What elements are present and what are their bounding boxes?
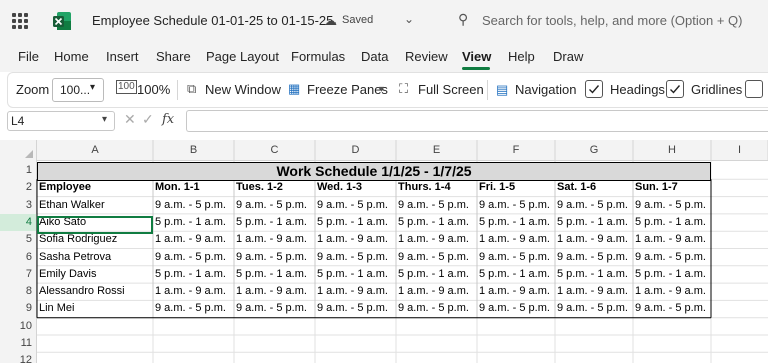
shift-cell[interactable]: 9 a.m. - 5 p.m. xyxy=(398,251,476,263)
schedule-title[interactable]: Work Schedule 1/1/25 - 1/7/25 xyxy=(37,163,711,179)
employee-name-cell[interactable]: Sofia Rodriguez xyxy=(39,233,152,245)
header-cell[interactable]: Sun. 1-7 xyxy=(635,181,710,193)
shift-cell[interactable]: 5 p.m. - 1 a.m. xyxy=(236,216,314,228)
employee-name-cell[interactable]: Alessandro Rossi xyxy=(39,285,152,297)
shift-cell[interactable]: 9 a.m. - 5 p.m. xyxy=(479,251,554,263)
shift-cell[interactable]: 9 a.m. - 5 p.m. xyxy=(635,251,710,263)
shift-cell[interactable]: 5 p.m. - 1 a.m. xyxy=(635,216,710,228)
shift-cell[interactable]: 9 a.m. - 5 p.m. xyxy=(557,251,632,263)
shift-cell[interactable]: 9 a.m. - 5 p.m. xyxy=(398,302,476,314)
shift-cell[interactable]: 9 a.m. - 5 p.m. xyxy=(317,251,395,263)
shift-cell[interactable]: 1 a.m. - 9 a.m. xyxy=(479,285,554,297)
shift-cell[interactable]: 5 p.m. - 1 a.m. xyxy=(635,268,710,280)
shift-cell[interactable]: 9 a.m. - 5 p.m. xyxy=(635,302,710,314)
shift-cell[interactable]: 9 a.m. - 5 p.m. xyxy=(155,251,233,263)
header-cell[interactable]: Wed. 1-3 xyxy=(317,181,395,193)
shift-cell[interactable]: 9 a.m. - 5 p.m. xyxy=(236,199,314,211)
employee-name-cell[interactable]: Emily Davis xyxy=(39,268,152,280)
header-cell[interactable]: Sat. 1-6 xyxy=(557,181,632,193)
shift-cell[interactable]: 1 a.m. - 9 a.m. xyxy=(236,285,314,297)
shift-cell[interactable]: 1 a.m. - 9 a.m. xyxy=(479,233,554,245)
shift-cell[interactable]: 9 a.m. - 5 p.m. xyxy=(236,251,314,263)
shift-cell[interactable]: 9 a.m. - 5 p.m. xyxy=(479,302,554,314)
shift-cell[interactable]: 1 a.m. - 9 a.m. xyxy=(635,285,710,297)
shift-cell[interactable]: 5 p.m. - 1 a.m. xyxy=(479,216,554,228)
header-cell[interactable]: Mon. 1-1 xyxy=(155,181,233,193)
excel-app-window: Employee Schedule 01-01-25 to 01-15-25 ☁… xyxy=(0,0,768,363)
header-cell[interactable]: Thurs. 1-4 xyxy=(398,181,476,193)
shift-cell[interactable]: 5 p.m. - 1 a.m. xyxy=(317,268,395,280)
active-cell-border xyxy=(37,216,153,234)
shift-cell[interactable]: 1 a.m. - 9 a.m. xyxy=(155,233,233,245)
shift-cell[interactable]: 1 a.m. - 9 a.m. xyxy=(398,285,476,297)
shift-cell[interactable]: 5 p.m. - 1 a.m. xyxy=(317,216,395,228)
shift-cell[interactable]: 1 a.m. - 9 a.m. xyxy=(155,285,233,297)
shift-cell[interactable]: 9 a.m. - 5 p.m. xyxy=(155,302,233,314)
shift-cell[interactable]: 9 a.m. - 5 p.m. xyxy=(155,199,233,211)
header-cell[interactable]: Tues. 1-2 xyxy=(236,181,314,193)
shift-cell[interactable]: 5 p.m. - 1 a.m. xyxy=(479,268,554,280)
shift-cell[interactable]: 5 p.m. - 1 a.m. xyxy=(155,216,233,228)
shift-cell[interactable]: 9 a.m. - 5 p.m. xyxy=(398,199,476,211)
shift-cell[interactable]: 9 a.m. - 5 p.m. xyxy=(317,199,395,211)
employee-name-cell[interactable]: Lin Mei xyxy=(39,302,152,314)
shift-cell[interactable]: 1 a.m. - 9 a.m. xyxy=(398,233,476,245)
shift-cell[interactable]: 9 a.m. - 5 p.m. xyxy=(557,302,632,314)
shift-cell[interactable]: 5 p.m. - 1 a.m. xyxy=(557,216,632,228)
shift-cell[interactable]: 5 p.m. - 1 a.m. xyxy=(398,216,476,228)
header-cell[interactable]: Employee xyxy=(39,181,152,193)
header-cell[interactable]: Fri. 1-5 xyxy=(479,181,554,193)
employee-name-cell[interactable]: Sasha Petrova xyxy=(39,251,152,263)
shift-cell[interactable]: 5 p.m. - 1 a.m. xyxy=(398,268,476,280)
shift-cell[interactable]: 1 a.m. - 9 a.m. xyxy=(635,233,710,245)
shift-cell[interactable]: 5 p.m. - 1 a.m. xyxy=(557,268,632,280)
shift-cell[interactable]: 1 a.m. - 9 a.m. xyxy=(317,285,395,297)
shift-cell[interactable]: 1 a.m. - 9 a.m. xyxy=(557,233,632,245)
shift-cell[interactable]: 1 a.m. - 9 a.m. xyxy=(317,233,395,245)
shift-cell[interactable]: 9 a.m. - 5 p.m. xyxy=(557,199,632,211)
shift-cell[interactable]: 9 a.m. - 5 p.m. xyxy=(635,199,710,211)
employee-name-cell[interactable]: Ethan Walker xyxy=(39,199,152,211)
shift-cell[interactable]: 1 a.m. - 9 a.m. xyxy=(557,285,632,297)
shift-cell[interactable]: 9 a.m. - 5 p.m. xyxy=(317,302,395,314)
shift-cell[interactable]: 9 a.m. - 5 p.m. xyxy=(479,199,554,211)
shift-cell[interactable]: 5 p.m. - 1 a.m. xyxy=(155,268,233,280)
shift-cell[interactable]: 5 p.m. - 1 a.m. xyxy=(236,268,314,280)
shift-cell[interactable]: 9 a.m. - 5 p.m. xyxy=(236,302,314,314)
shift-cell[interactable]: 1 a.m. - 9 a.m. xyxy=(236,233,314,245)
